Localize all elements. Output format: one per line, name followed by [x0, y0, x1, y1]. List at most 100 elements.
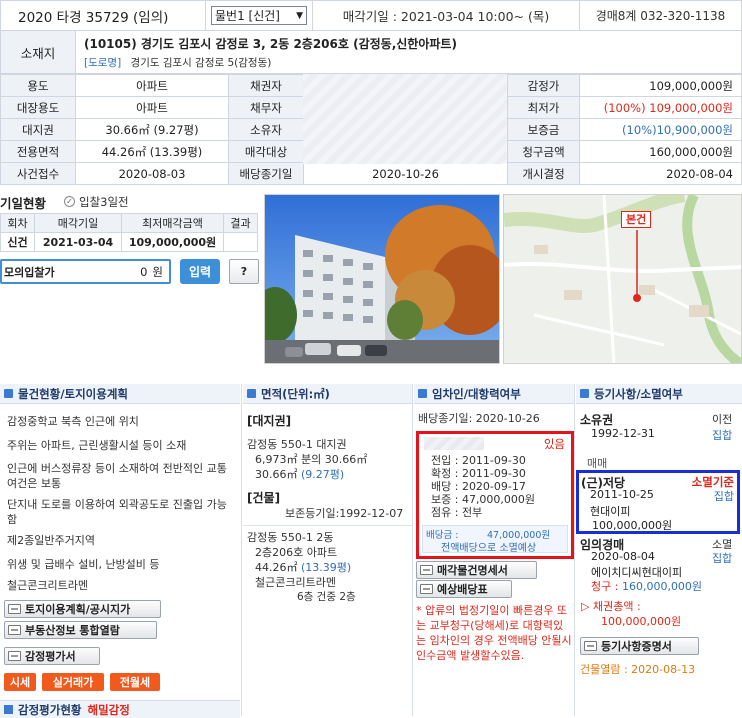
expected-dividend-button[interactable]: 예상배당표	[416, 580, 512, 598]
item-select[interactable]: 물번1 [신건] ▼	[211, 6, 307, 25]
bid-status-sub: 입찰3일전	[79, 195, 129, 209]
building-line-2: 2층206호 아파트	[255, 546, 338, 559]
info-value-a: 아파트	[75, 96, 229, 119]
document-icon	[420, 584, 433, 594]
location-map[interactable]: 본건	[503, 194, 742, 364]
bid-row-round: 신건	[0, 232, 35, 252]
info-label-b: 매각대상	[228, 140, 304, 163]
appraiser-name: 해밀감정	[87, 702, 130, 717]
info-label-c: 개시결정	[507, 162, 580, 185]
market-price-button[interactable]: 시세	[4, 673, 36, 691]
appraisal-report-button[interactable]: 감정평가서	[4, 647, 100, 665]
section-bullet-icon	[418, 389, 427, 398]
bid-row-result	[223, 232, 258, 252]
building-floors: 6층 건중 2층	[297, 591, 356, 603]
auction-collective-link[interactable]: 집합	[712, 550, 732, 566]
bid-col-min: 최저매각금액	[121, 213, 224, 233]
road-address: 경기도 김포시 감정로 5(감정동)	[130, 56, 272, 69]
col-divider	[241, 384, 242, 716]
chevron-down-icon: ▼	[296, 10, 303, 21]
desc-4: 단지내 도로를 이용하여 외곽공도로 진출입 가능함	[7, 498, 227, 526]
col-divider	[412, 384, 413, 716]
info-label-a: 대지권	[0, 118, 76, 141]
triangle-right-icon: ▷	[581, 600, 590, 613]
document-icon	[8, 604, 21, 614]
item-select-wrap: 물번1 [신건] ▼	[205, 0, 313, 31]
info-value-c: 109,000,000원	[579, 74, 742, 97]
item-select-value: 물번1 [신건]	[215, 9, 280, 23]
building-view-date: 건물열람 : 2020-08-13	[580, 663, 696, 676]
road-name-tag[interactable]: [도로명]	[84, 57, 121, 69]
section-registry-header: 등기사항/소멸여부	[576, 384, 742, 404]
property-photo[interactable]	[264, 194, 500, 364]
rent-button[interactable]: 전월세	[110, 673, 160, 691]
tenant-fields: 전입 : 2011-09-30 확정 : 2011-09-30 배당 : 202…	[431, 454, 536, 519]
bid-row-min: 109,000,000원	[121, 232, 224, 252]
section-bullet-icon	[4, 705, 13, 714]
auction-claim: 청구 : 160,000,000원	[591, 580, 703, 593]
court-dept: 경매8계 032-320-1138	[579, 0, 742, 31]
desc-6: 위생 및 급배수 설비, 난방설비 등	[7, 558, 160, 571]
document-icon	[584, 641, 597, 651]
sale-date: 매각기일 : 2021-03-04 10:00~ (목)	[312, 0, 580, 31]
mock-bid-label: 모의입찰가	[4, 265, 55, 279]
masked-tenant-name	[424, 437, 484, 450]
help-button[interactable]: ?	[229, 259, 259, 284]
info-value-c: (10%)10,900,000원	[579, 118, 742, 141]
dividend-deadline: 배당종기일: 2020-10-26	[418, 412, 540, 425]
appraisal-status-header: 감정평가현황 해밀감정	[0, 700, 240, 718]
owner-date: 1992-12-31	[591, 427, 655, 440]
info-value-c: (100%) 109,000,000원	[579, 96, 742, 119]
desc-7: 철근콘크리트라멘	[7, 579, 88, 592]
info-value-c: 160,000,000원	[579, 140, 742, 163]
mock-bid-unit: 원	[152, 264, 163, 279]
document-icon	[8, 625, 21, 635]
info-value-a: 2020-08-03	[75, 162, 229, 185]
info-label-c: 청구금액	[507, 140, 580, 163]
mock-bid-input[interactable]: 0	[55, 265, 153, 279]
address-text: (10105) 경기도 김포시 감정로 3, 2동 2층206호 (감정동,신한…	[84, 36, 457, 51]
desc-3: 인근에 버스정류장 등이 소재하여 전반적인 교통여건은 보통	[7, 462, 227, 490]
section-bullet-icon	[580, 389, 589, 398]
info-label-a: 전용면적	[0, 140, 76, 163]
divider	[243, 525, 412, 526]
col-divider	[574, 384, 575, 716]
info-label-c: 감정가	[507, 74, 580, 97]
realestate-info-button[interactable]: 부동산정보 통합열람	[4, 621, 157, 639]
case-number: 2020 타경 35729 (임의)	[0, 0, 206, 31]
info-value-a: 44.26㎡ (13.39평)	[75, 140, 229, 163]
map-marker-label: 본건	[621, 211, 652, 228]
desc-5: 제2종일반주거지역	[7, 534, 95, 547]
land-use-plan-button[interactable]: 토지이용계획/공시지가	[4, 600, 161, 618]
total-claim-value: 100,000,000원	[601, 615, 682, 628]
mortgage-collective-link[interactable]: 집합	[714, 488, 734, 504]
bid-row-date: 2021-03-04	[34, 232, 122, 252]
tenant-opposing-power: 있음	[543, 437, 565, 451]
bid-col-result: 결과	[223, 213, 258, 233]
desc-1: 감정중학교 북측 인근에 위치	[7, 415, 139, 428]
info-value-c: 2020-08-04	[579, 162, 742, 185]
info-label-a: 대장용도	[0, 96, 76, 119]
payout-box: 배당금 : 47,000,000원 전액배당으로 소멸예상	[422, 525, 568, 554]
section-bullet-icon	[247, 389, 256, 398]
info-label-a: 사건접수	[0, 162, 76, 185]
real-transaction-button[interactable]: 실거래가	[42, 673, 104, 691]
mock-bid-submit-button[interactable]: 입력	[180, 259, 220, 284]
building-line-3: 44.26㎡ (13.39평)	[255, 561, 352, 574]
building-line-1: 감정동 550-1 2동	[247, 531, 334, 544]
total-claim-label: ▷ 채권총액 :	[581, 600, 641, 613]
bid-status-title: 기일현황	[0, 196, 47, 211]
check-circle-icon: ✓	[64, 196, 75, 207]
building-registry-date: 보존등기일:1992-12-07	[285, 507, 404, 520]
document-icon	[8, 651, 21, 661]
mortgage-box: (근)저당 소멸기준 2011-10-25 집합 현대이피 100,000,00…	[576, 470, 740, 534]
owner-collective-link[interactable]: 집합	[712, 427, 732, 443]
location-label: 소재지	[0, 30, 76, 74]
info-label-a: 용도	[0, 74, 76, 97]
section-bullet-icon	[4, 389, 13, 398]
owner-state: 이전	[712, 413, 733, 426]
registry-cert-button[interactable]: 등기사항증명서	[580, 637, 699, 655]
sale-spec-button[interactable]: 매각물건명세서	[416, 561, 537, 579]
info-label-b: 배당종기일	[228, 162, 304, 185]
info-label-b: 채권자	[228, 74, 304, 97]
